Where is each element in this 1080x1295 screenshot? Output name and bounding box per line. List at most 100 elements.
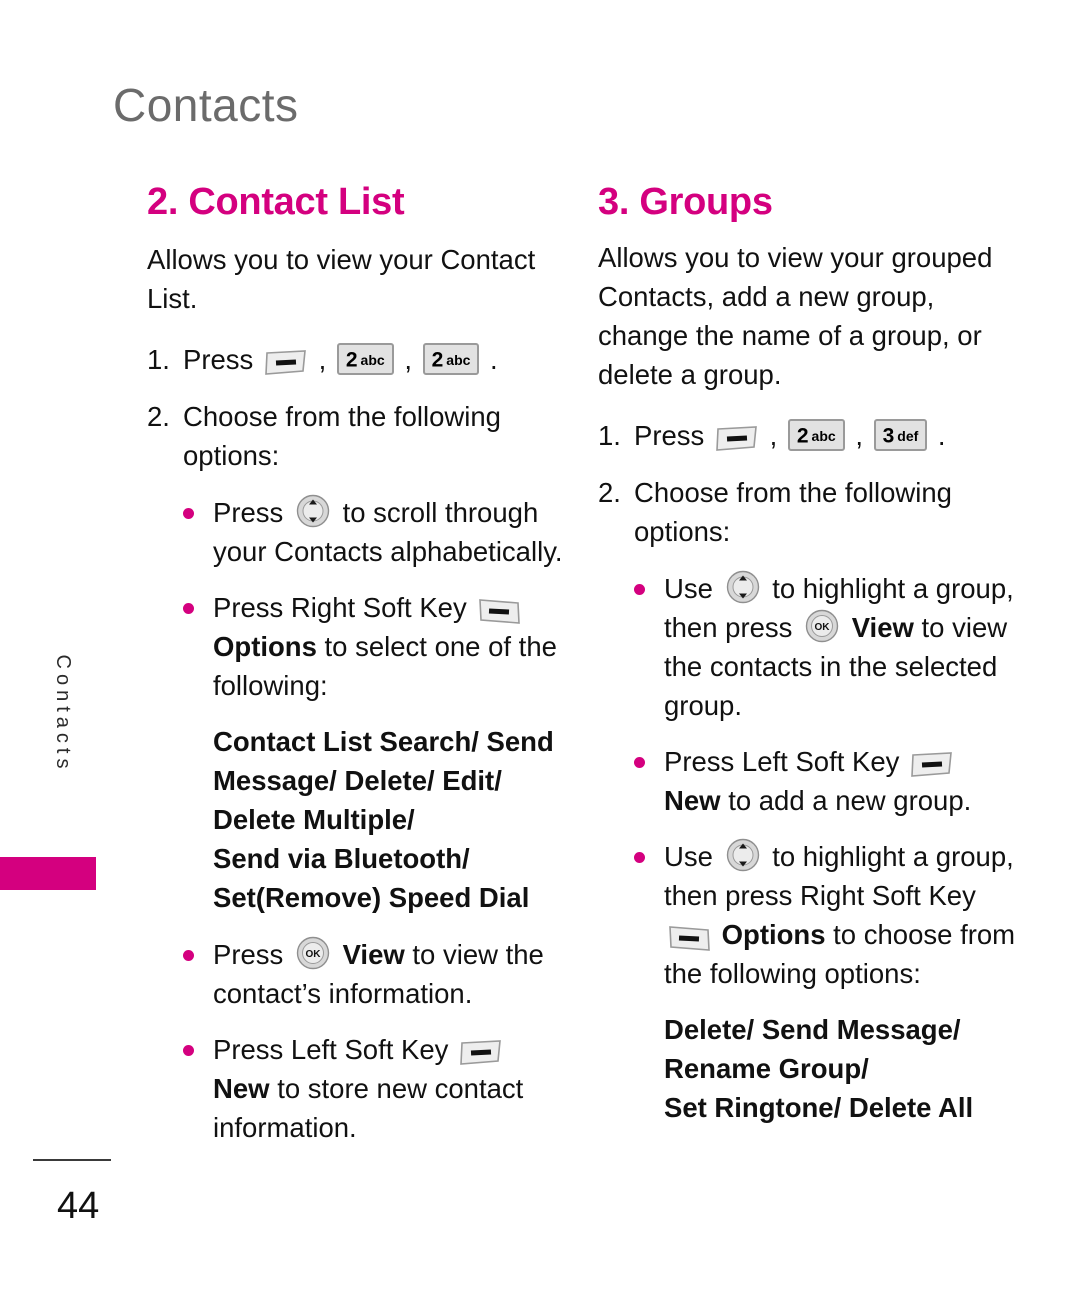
list-item: Press OK View to view the contact’s info… [183, 935, 567, 1013]
options-line: Message/ Delete/ Edit/ [213, 765, 502, 796]
ok-key-icon: OK [805, 609, 839, 643]
comma-separator: , [855, 420, 863, 451]
bullet-text-pre: Press [213, 497, 284, 528]
ok-key-icon: OK [296, 936, 330, 970]
side-tab: Contacts [52, 655, 94, 874]
options-line: Set Ringtone/ Delete All [664, 1092, 974, 1123]
step-1-groups: 1. Press , 2 abc , 3 def . [598, 416, 1018, 455]
keypad-letters: def [897, 428, 919, 445]
step-number: 1. [147, 344, 170, 375]
bullet-dot-icon [634, 852, 645, 863]
list-item: Use to highlight a group, then press Rig… [634, 837, 1018, 993]
comma-separator: , [404, 344, 412, 375]
bullet-text-bold: Options [213, 631, 317, 662]
intro-text-contact-list: Allows you to view your Contact List. [147, 244, 536, 314]
side-tab-color-block [0, 857, 96, 890]
step-1-contact-list: 1. Press , 2 abc , 2 abc . [147, 340, 567, 379]
right-soft-key-icon [478, 595, 521, 624]
bullet-text-pre: Press [213, 939, 284, 970]
column-groups: 3. Groups Allows you to view your groupe… [598, 180, 1018, 1145]
list-item: Use to highlight a group, then press OK … [634, 569, 1018, 725]
options-list-groups: Delete/ Send Message/ Rename Group/ Set … [598, 1010, 1018, 1127]
keypad-digit: 2 [345, 348, 358, 372]
bullet-list-contact-list-continued: Press OK View to view the contact’s info… [147, 935, 567, 1147]
keypad-digit: 3 [882, 424, 895, 448]
sentence-period: . [937, 420, 946, 451]
navigation-key-icon [726, 570, 760, 604]
keypad-key-2-icon: 2 abc [336, 342, 394, 375]
bullet-text-pre: Use [664, 573, 713, 604]
bullet-text-bold: View [342, 939, 405, 970]
options-line: Send via Bluetooth/ [213, 843, 470, 874]
bullet-list-groups: Use to highlight a group, then press OK … [598, 569, 1018, 993]
options-line: Set(Remove) Speed Dial [213, 882, 530, 913]
step-text-line1: Choose from the following [634, 477, 952, 508]
page-number: 44 [57, 1185, 100, 1227]
options-list-contact-list: Contact List Search/ Send Message/ Delet… [147, 722, 567, 917]
bullet-text-mid: to highlight a group, then press Right S… [664, 841, 1014, 911]
left-soft-key-icon [911, 749, 953, 777]
bullet-text-bold: Options [721, 919, 826, 950]
navigation-key-icon [296, 494, 330, 528]
left-soft-key-icon [716, 423, 758, 451]
comma-separator: , [318, 344, 327, 375]
bullet-dot-icon [183, 508, 194, 519]
keypad-key-3-icon: 3 def [873, 418, 928, 451]
bullet-dot-icon [634, 757, 645, 768]
bullet-dot-icon [634, 584, 645, 595]
bullet-text-post: to choose from the following options: [664, 919, 1016, 989]
bullet-dot-icon [183, 603, 194, 614]
step-2-groups: 2. Choose from the following options: [598, 473, 1018, 551]
bullet-text-bold: View [851, 612, 914, 643]
left-soft-key-icon [265, 347, 307, 375]
step-2-contact-list: 2. Choose from the following options: [147, 397, 567, 475]
page-title: Contacts [113, 79, 299, 131]
step-text: Press [183, 344, 254, 375]
right-soft-key-icon [668, 922, 710, 951]
step-number: 2. [147, 401, 170, 432]
sentence-period: . [490, 344, 498, 375]
svg-text:OK: OK [305, 949, 321, 960]
keypad-letters: abc [811, 428, 836, 445]
step-number: 1. [598, 420, 621, 451]
column-contact-list: 2. Contact List Allows you to view your … [147, 180, 567, 1164]
bullet-list-contact-list: Press to scroll through your Contacts al… [147, 493, 567, 705]
step-text-line2: options: [183, 440, 280, 471]
list-item: Press Left Soft Key New to store new con… [183, 1030, 567, 1147]
keypad-digit: 2 [796, 424, 809, 448]
keypad-letters: abc [446, 352, 471, 369]
bullet-text-pre: Press Left Soft Key [664, 746, 900, 777]
bullet-text-pre: Press Left Soft Key [213, 1034, 449, 1065]
step-text-line2: options: [634, 516, 731, 547]
bullet-text-bold: New [213, 1073, 270, 1104]
svg-text:OK: OK [815, 622, 831, 633]
bullet-text-pre: Use [664, 841, 713, 872]
keypad-digit: 2 [431, 348, 444, 372]
keypad-key-2-icon: 2 abc [422, 342, 480, 375]
comma-separator: , [769, 420, 778, 451]
step-text-line1: Choose from the following [183, 401, 501, 432]
options-line: Delete/ Send Message/ [664, 1014, 961, 1045]
options-line: Rename Group/ [664, 1053, 869, 1084]
list-item: Press Left Soft Key New to add a new gro… [634, 742, 1018, 820]
bullet-text-post: to add a new group. [728, 785, 972, 816]
side-tab-label: Contacts [52, 654, 74, 774]
intro-text-groups: Allows you to view your grouped Contacts… [598, 242, 993, 390]
bullet-text-pre: Press Right Soft Key [213, 592, 467, 623]
navigation-key-icon [726, 838, 760, 872]
options-line: Contact List Search/ Send [213, 726, 554, 757]
bullet-dot-icon [183, 950, 194, 961]
footer-divider [33, 1159, 111, 1161]
bullet-text-bold: New [664, 785, 721, 816]
section-title-groups: 3. Groups [598, 181, 773, 223]
step-text: Press [634, 420, 705, 451]
bullet-dot-icon [183, 1045, 194, 1056]
step-number: 2. [598, 477, 621, 508]
left-soft-key-icon [460, 1037, 502, 1065]
list-item: Press Right Soft Key Options to select o… [183, 588, 567, 705]
options-line: Delete Multiple/ [213, 804, 415, 835]
keypad-key-2-icon: 2 abc [787, 418, 845, 451]
keypad-letters: abc [360, 352, 385, 369]
list-item: Press to scroll through your Contacts al… [183, 493, 567, 571]
section-title-contact-list: 2. Contact List [147, 181, 405, 223]
